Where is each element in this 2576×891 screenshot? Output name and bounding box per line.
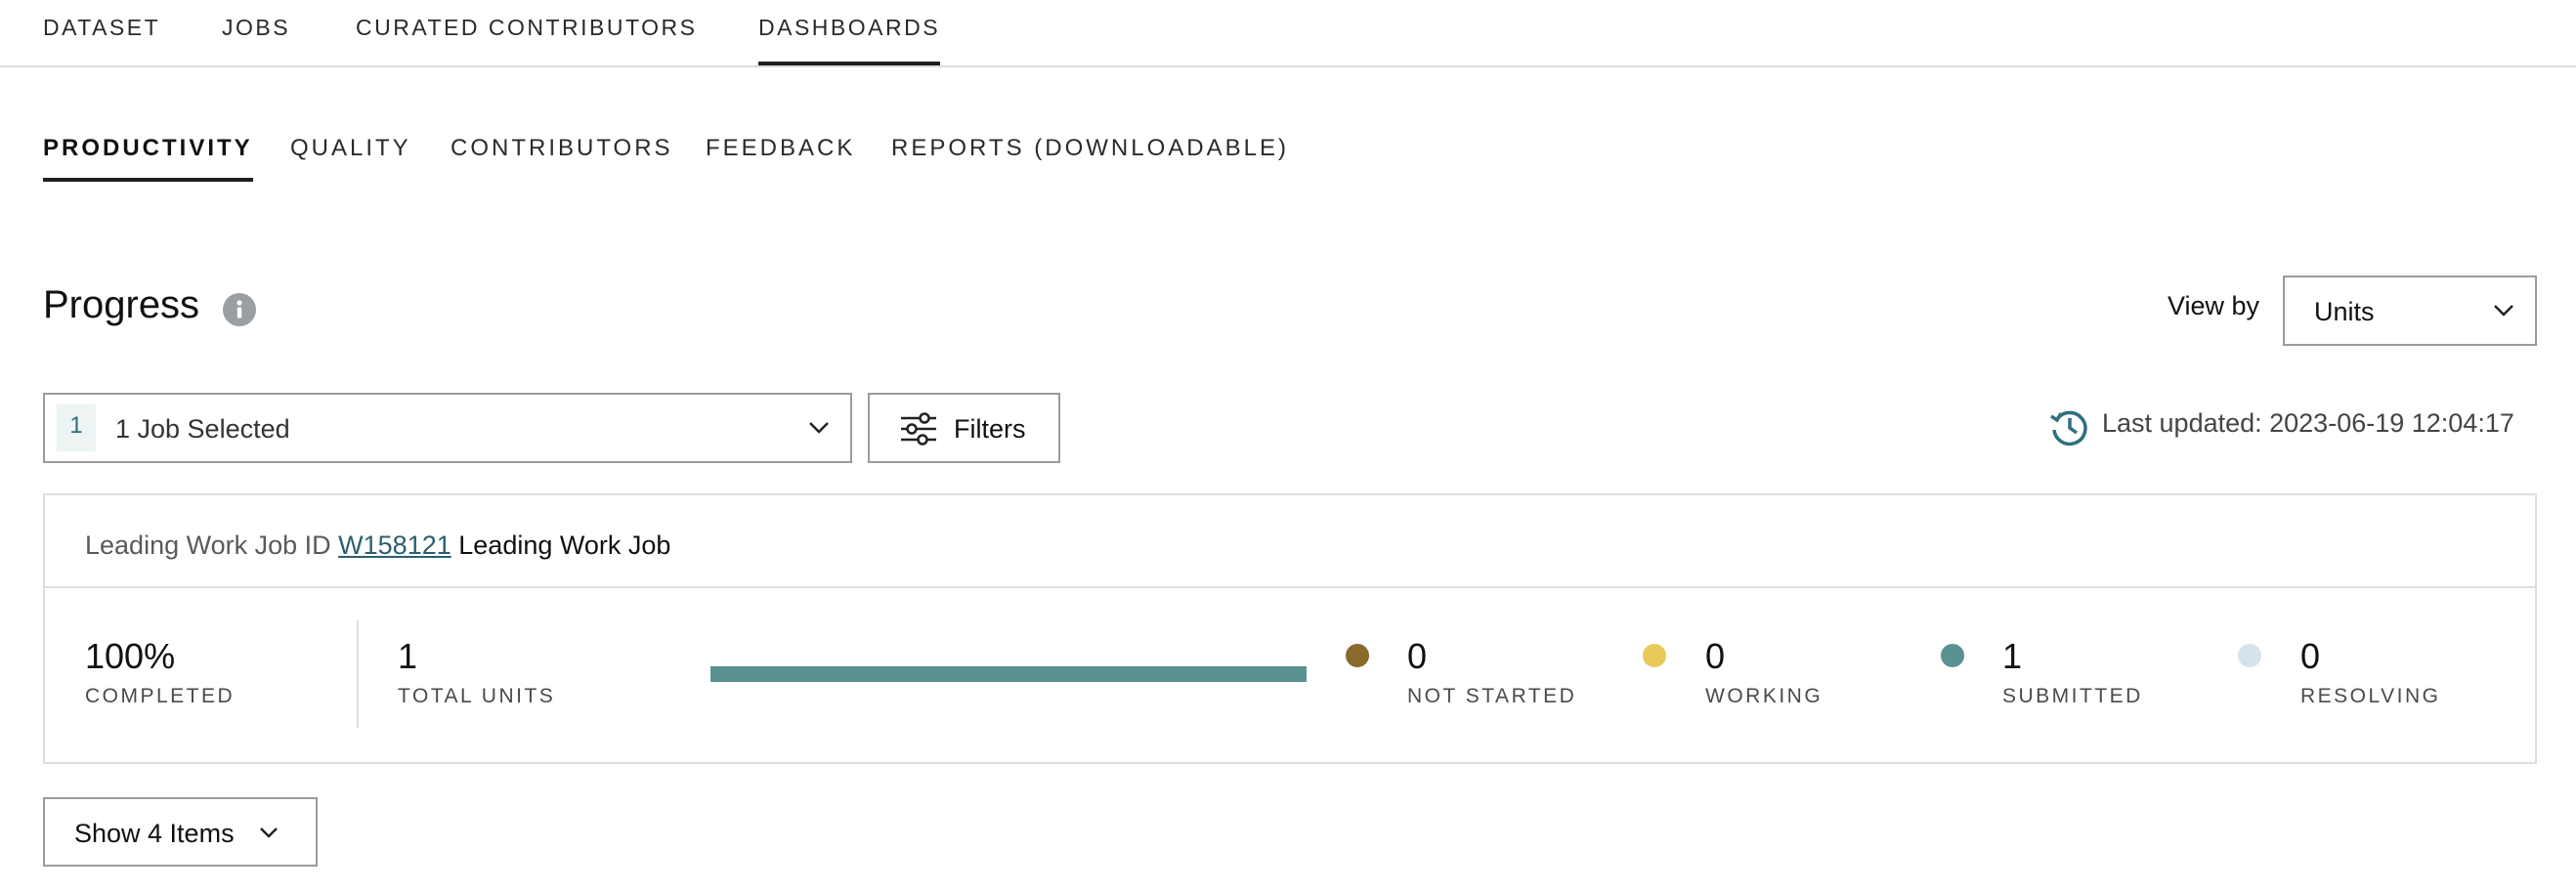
top-nav: DATASET JOBS CURATED CONTRIBUTORS DASHBO… — [0, 0, 2576, 67]
completed-value: 100% — [85, 636, 176, 676]
progress-bar-fill — [710, 666, 1307, 682]
working-label: WORKING — [1705, 685, 1824, 707]
filters-button[interactable]: Filters — [868, 393, 1060, 463]
subtab-productivity[interactable]: PRODUCTIVITY — [43, 135, 253, 182]
job-card-title: Leading Work Job ID W158121 Leading Work… — [85, 530, 670, 561]
job-card-header: Leading Work Job ID W158121 Leading Work… — [45, 495, 2535, 588]
view-by-value: Units — [2314, 297, 2375, 326]
divider — [357, 620, 359, 728]
job-selector[interactable]: 1 1 Job Selected — [43, 393, 852, 463]
view-by-select[interactable]: Units — [2283, 276, 2537, 346]
status-dot-resolving — [2238, 644, 2261, 667]
subtab-reports[interactable]: REPORTS (DOWNLOADABLE) — [891, 135, 1289, 162]
not-started-value: 0 — [1407, 636, 1428, 676]
filters-label: Filters — [954, 414, 1026, 444]
total-units-label: TOTAL UNITS — [398, 685, 556, 707]
completed-label: COMPLETED — [85, 685, 236, 707]
chevron-down-icon — [2494, 305, 2513, 317]
tab-jobs[interactable]: JOBS — [222, 15, 290, 41]
working-value: 0 — [1705, 636, 1726, 676]
last-updated-text: Last updated: 2023-06-19 12:04:17 — [2102, 408, 2514, 438]
job-progress-card: Leading Work Job ID W158121 Leading Work… — [43, 493, 2537, 764]
not-started-label: NOT STARTED — [1407, 685, 1577, 707]
tab-dataset[interactable]: DATASET — [43, 15, 160, 41]
subtab-contributors[interactable]: CONTRIBUTORS — [451, 135, 673, 162]
status-dot-working — [1643, 644, 1666, 667]
progress-bar — [710, 666, 1307, 682]
info-icon[interactable] — [223, 293, 256, 326]
total-units-value: 1 — [398, 636, 418, 676]
resolving-value: 0 — [2300, 636, 2321, 676]
show-items-label: Show 4 Items — [74, 819, 235, 848]
history-icon — [2050, 410, 2087, 446]
page-title: Progress — [43, 283, 200, 326]
job-name: Leading Work Job — [458, 530, 671, 560]
job-count-badge: 1 — [57, 404, 96, 451]
tab-dashboards[interactable]: DASHBOARDS — [758, 15, 941, 65]
submitted-label: SUBMITTED — [2002, 685, 2143, 707]
subtab-feedback[interactable]: FEEDBACK — [706, 135, 855, 162]
submitted-value: 1 — [2002, 636, 2023, 676]
view-by-label: View by — [2168, 291, 2260, 320]
sliders-icon — [901, 412, 936, 446]
resolving-label: RESOLVING — [2300, 685, 2441, 707]
job-id-link[interactable]: W158121 — [338, 530, 451, 560]
chevron-down-icon — [260, 827, 278, 838]
status-dot-submitted — [1941, 644, 1964, 667]
job-id-label: Leading Work Job ID — [85, 530, 331, 560]
chevron-down-icon — [809, 422, 829, 434]
status-dot-not-started — [1346, 644, 1369, 667]
subtab-quality[interactable]: QUALITY — [290, 135, 411, 162]
tab-curated-contributors[interactable]: CURATED CONTRIBUTORS — [356, 15, 697, 41]
show-items-button[interactable]: Show 4 Items — [43, 797, 318, 867]
job-selector-value: 1 Job Selected — [115, 414, 290, 444]
